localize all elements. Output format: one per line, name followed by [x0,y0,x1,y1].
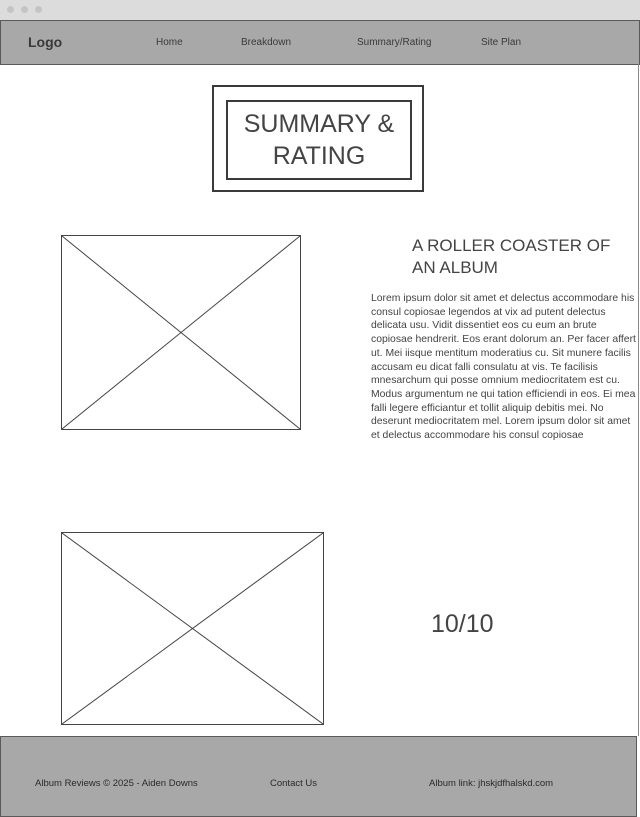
window-dot-icon [7,6,14,13]
site-header: Logo Home Breakdown Summary/Rating Site … [0,20,640,65]
album-link[interactable]: Album link: jhskjdfhalskd.com [429,778,553,789]
copyright-text: Album Reviews © 2025 - Aiden Downs [35,778,198,789]
album-image-placeholder [61,235,301,430]
window-titlebar [0,0,640,20]
nav-home[interactable]: Home [156,37,183,48]
window-dot-icon [35,6,42,13]
image-placeholder-icon [62,533,323,724]
review-subheading: A ROLLER COASTER OF AN ALBUM [412,236,611,277]
page-title: SUMMARY & RATING [243,110,395,170]
window-dot-icon [21,6,28,13]
rating-score: 10/10 [431,610,494,638]
nav-site-plan[interactable]: Site Plan [481,37,521,48]
contact-link[interactable]: Contact Us [270,778,317,789]
nav-summary-rating[interactable]: Summary/Rating [357,37,431,48]
rating-image-placeholder [61,532,324,725]
review-body: Lorem ipsum dolor sit amet et delectus a… [371,293,636,442]
site-footer: Album Reviews © 2025 - Aiden Downs Conta… [0,736,637,817]
page-border [638,64,639,736]
image-placeholder-icon [62,236,300,429]
nav-breakdown[interactable]: Breakdown [241,37,291,48]
title-frame-inner: SUMMARY & RATING [226,100,412,180]
logo[interactable]: Logo [28,34,62,50]
